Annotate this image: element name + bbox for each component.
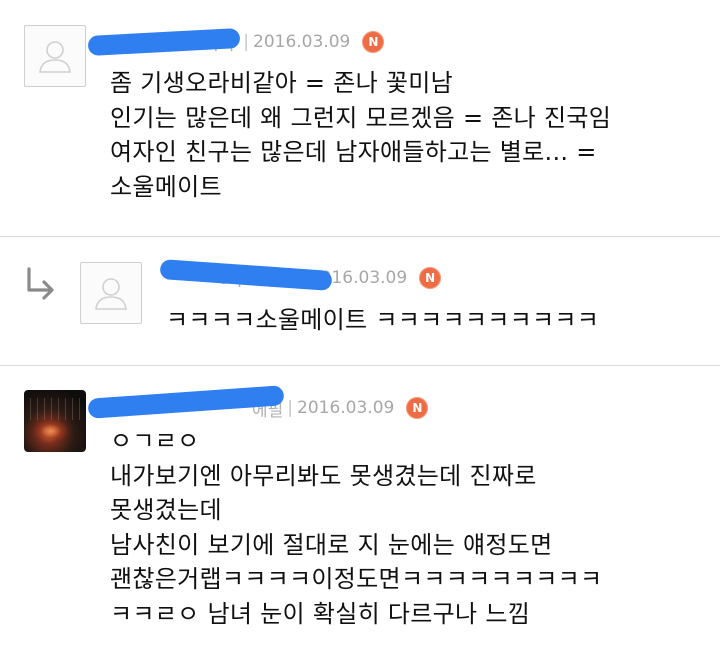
- comment-line: 못생겼는데: [110, 496, 222, 524]
- comment-body: ㅇㄱㄹㅇ 내가보기엔 아무리봐도 못생겼는데 진짜로 못생겼는데 남사친이 보기…: [110, 424, 602, 631]
- comment-line: 여자인 친구는 많은데 남자애들하고는 별로... =: [110, 138, 597, 166]
- comment-line: 소울메이트: [110, 172, 222, 201]
- comment-body: 좀 기생오라비같아 = 존나 꽃미남 인기는 많은데 왜 그런지 모르겠음 = …: [110, 66, 611, 204]
- comment-date: 2016.03.09: [253, 32, 351, 52]
- comment-line: ㅋㅋㅋㅋ소울메이트 ㅋㅋㅋㅋㅋㅋㅋㅋㅋㅋ: [166, 306, 600, 334]
- comment-line: ㅇㄱㄹㅇ: [110, 427, 200, 455]
- comment-line: ㅋㅋㄹㅇ 남녀 눈이 확실히 다르구나 느낌: [110, 599, 531, 628]
- comment-3: 에필 | 2016.03.09 N ㅇㄱㄹㅇ 내가보기엔 아무리봐도 못생겼는데…: [0, 366, 720, 662]
- avatar-placeholder-icon[interactable]: [80, 262, 142, 324]
- comment-line: 남사친이 보기에 절대로 지 눈에는 얘정도면: [110, 530, 553, 559]
- avatar-placeholder-icon[interactable]: [24, 25, 86, 87]
- comment-body: ㅋㅋㅋㅋ소울메이트 ㅋㅋㅋㅋㅋㅋㅋㅋㅋㅋ: [166, 303, 599, 338]
- avatar-photo[interactable]: [24, 390, 86, 452]
- person-silhouette-icon: [95, 278, 127, 310]
- meta-separator: |: [287, 398, 294, 418]
- comment-2-reply: ㅇㅣㅇㅣㅇㅏ 2016.03.09 N ㅋㅋㅋㅋ소울메이트 ㅋㅋㅋㅋㅋㅋㅋㅋㅋㅋ: [0, 237, 720, 365]
- new-badge-icon: N: [406, 397, 429, 419]
- reply-arrow-icon: [27, 267, 54, 300]
- avatar-photo-detail: [30, 398, 80, 420]
- meta-separator: |: [243, 32, 250, 52]
- person-silhouette-icon: [39, 41, 71, 73]
- avatar-photo-detail: [34, 420, 68, 442]
- comment-line: 좀 기생오라비같아 = 존나 꽃미남: [110, 69, 454, 97]
- comment-1: ㅣㅣ | 2016.03.09 N 좀 기생오라비같아 = 존나 꽃미남 인기는…: [0, 0, 720, 236]
- comment-line: 괜찮은거랩ㅋㅋㅋㅋ이정도면ㅋㅋㅋㅋㅋㅋㅋㅋㅋ: [110, 565, 603, 593]
- comment-line: 내가보기엔 아무리봐도 못생겼는데 진짜로: [110, 461, 537, 490]
- new-badge-icon: N: [362, 31, 385, 53]
- comment-line: 인기는 많은데 왜 그런지 모르겠음 = 존나 진국임: [110, 103, 612, 132]
- comment-date: 2016.03.09: [297, 398, 395, 418]
- new-badge-icon: N: [419, 267, 442, 289]
